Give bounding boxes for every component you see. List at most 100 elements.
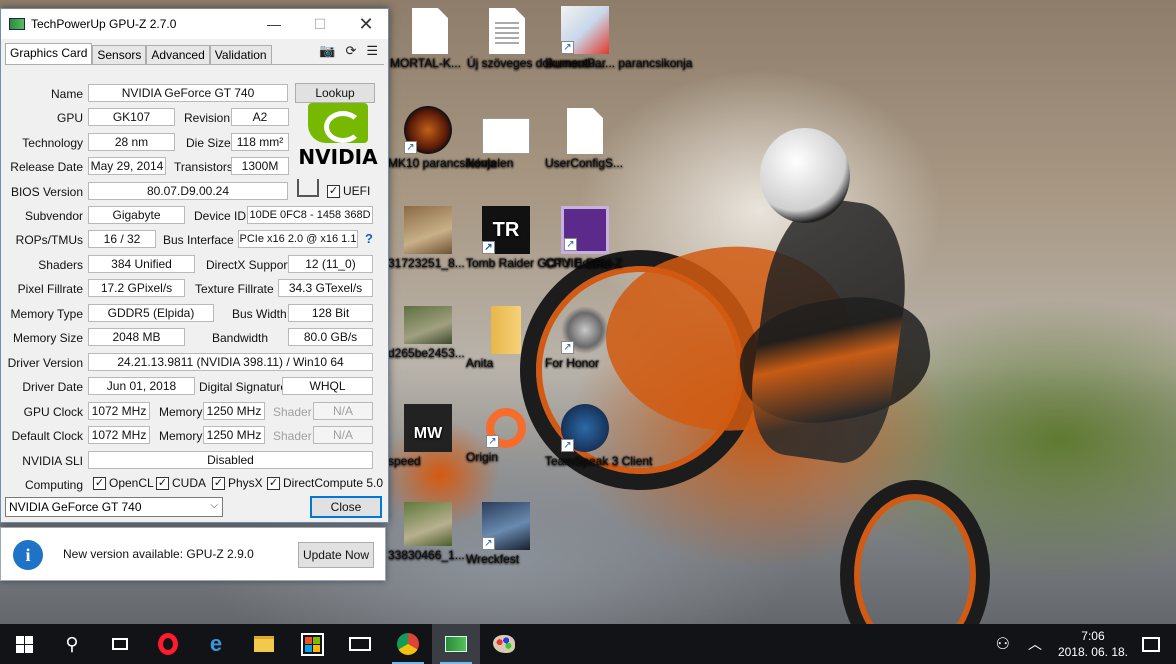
gpu-field: GK107 <box>88 108 175 126</box>
gpuz-icon <box>445 636 467 652</box>
photo-icon <box>404 502 452 546</box>
driver-date-field: Jun 01, 2018 <box>88 377 195 395</box>
bios-version-label: BIOS Version <box>10 185 83 199</box>
taskbar-chrome[interactable] <box>384 624 432 664</box>
nvidia-eye-icon <box>308 103 368 143</box>
camera-icon[interactable]: 📷 <box>319 43 335 59</box>
edge-icon: e <box>209 631 223 656</box>
wallpaper-rider <box>742 191 918 469</box>
burnout-game-icon: ↗ <box>561 6 609 54</box>
notification-center-icon[interactable] <box>1142 636 1160 652</box>
desktop-icon-speed[interactable]: MW speed <box>388 404 468 468</box>
chevron-up-icon[interactable]: ︿ <box>1028 634 1042 654</box>
desktop-icon-origin[interactable]: ↗ Origin <box>466 404 546 464</box>
default-memory-field: 1250 MHz <box>203 426 265 444</box>
gpu-label: GPU <box>56 111 83 125</box>
taskbar-paint[interactable] <box>480 624 528 664</box>
computing-label: Computing <box>24 478 83 492</box>
people-icon[interactable]: ⚇ <box>996 634 1010 654</box>
desktop-icon-cpuz[interactable]: ↗ CPUID CPU-Z <box>545 206 625 270</box>
memory-clock-label: Memory <box>159 405 203 419</box>
tab-advanced[interactable]: Advanced <box>146 45 210 64</box>
tab-sensors[interactable]: Sensors <box>92 45 147 64</box>
desktop-icon-nevtelen[interactable]: Névtelen <box>466 118 546 170</box>
refresh-icon[interactable]: ⟳ <box>345 43 356 59</box>
taskbar-gpuz[interactable] <box>432 624 480 664</box>
chevron-down-icon: ⌵ <box>210 500 218 511</box>
memory-type-field: GDDR5 (Elpida) <box>88 304 214 322</box>
opencl-checkbox[interactable]: ✓ OpenCL <box>93 476 154 490</box>
device-id-label: Device ID <box>194 209 247 223</box>
desktop-icon-33830466[interactable]: 33830466_1... <box>388 502 468 562</box>
store-bag-icon <box>300 632 324 656</box>
cuda-checkbox[interactable]: ✓ CUDA <box>156 476 206 490</box>
bus-help-icon[interactable]: ? <box>365 231 373 246</box>
pixel-fillrate-field: 17.2 GPixel/s <box>88 279 185 297</box>
check-icon: ✓ <box>93 476 106 490</box>
gpu-select-dropdown[interactable]: NVIDIA GeForce GT 740 ⌵ <box>5 497 223 517</box>
close-button[interactable]: Close <box>310 496 382 518</box>
name-field: NVIDIA GeForce GT 740 <box>88 84 288 102</box>
clock-date: 2018. 06. 18. <box>1057 645 1128 659</box>
desktop-icon-anita[interactable]: Anita <box>466 306 546 370</box>
tab-graphics-card[interactable]: Graphics Card <box>5 43 93 64</box>
title-bar[interactable]: TechPowerUp GPU-Z 2.7.0 — ☐ ✕ <box>1 9 388 39</box>
windows-icon <box>15 635 33 653</box>
task-view-button[interactable] <box>96 624 144 664</box>
minimize-button[interactable]: — <box>251 9 297 39</box>
desktop-icon-userconfig[interactable]: UserConfigS... <box>545 108 625 170</box>
name-label: Name <box>50 87 83 101</box>
search-button[interactable]: ⚲ <box>48 624 96 664</box>
bandwidth-label: Bandwidth <box>212 331 269 345</box>
taskbar-opera[interactable] <box>144 624 192 664</box>
taskbar: ⚲ e ⚇ ︿ 7:06 2018. 06. 18. <box>0 624 1176 664</box>
bus-interface-field: PCIe x16 2.0 @ x16 1.1 <box>238 230 358 248</box>
die-size-field: 118 mm² <box>231 133 289 151</box>
check-icon: ✓ <box>267 476 280 490</box>
update-now-button[interactable]: Update Now <box>298 542 374 568</box>
driver-version-field: 24.21.13.9811 (NVIDIA 398.11) / Win10 64 <box>88 353 373 371</box>
desktop-icon-text-document[interactable]: Új szöveges dokumentu... <box>467 8 605 70</box>
cpuz-chip-icon: ↗ <box>561 206 609 254</box>
close-window-button[interactable]: ✕ <box>343 9 389 39</box>
maximize-button[interactable]: ☐ <box>297 9 343 39</box>
texture-fillrate-field: 34.3 GTexel/s <box>278 279 373 297</box>
desktop-icon-for-honor[interactable]: ↗ For Honor <box>545 306 625 370</box>
update-notification: i New version available: GPU-Z 2.9.0 Upd… <box>0 527 386 581</box>
tab-bar: Graphics Card Sensors Advanced Validatio… <box>5 43 272 64</box>
taskbar-edge[interactable]: e <box>192 624 240 664</box>
start-button[interactable] <box>0 624 48 664</box>
directcompute-checkbox[interactable]: ✓ DirectCompute 5.0 <box>267 476 383 490</box>
desktop-icon-d265be[interactable]: d265be2453... <box>388 306 468 360</box>
paint-palette-icon <box>493 635 515 653</box>
uefi-checkbox[interactable]: ✓ UEFI <box>327 184 370 198</box>
memory-size-field: 2048 MB <box>88 328 185 346</box>
desktop-icon-mortal[interactable]: MORTAL-K... <box>390 8 470 70</box>
system-tray: ⚇ ︿ 7:06 2018. 06. 18. <box>996 624 1176 664</box>
taskbar-mail[interactable] <box>336 624 384 664</box>
rops-tmus-label: ROPs/TMUs <box>15 233 83 247</box>
update-message: New version available: GPU-Z 2.9.0 <box>63 547 254 561</box>
physx-checkbox[interactable]: ✓ PhysX <box>212 476 263 490</box>
revision-label: Revision <box>184 111 231 125</box>
memory-size-label: Memory Size <box>12 331 83 345</box>
gpuz-window: TechPowerUp GPU-Z 2.7.0 — ☐ ✕ Graphics C… <box>0 8 389 523</box>
clock[interactable]: 7:06 2018. 06. 18. <box>1058 628 1128 660</box>
share-icon[interactable] <box>297 179 319 197</box>
nvidia-sli-field: Disabled <box>88 451 373 469</box>
desktop-icon-teamspeak[interactable]: ↗ TeamSpeak 3 Client <box>545 404 652 468</box>
desktop-icon-mk10[interactable]: ↗ MK10 parancsikonja <box>388 106 497 170</box>
desktop-icon-wreckfest[interactable]: ↗ Wreckfest <box>466 502 546 566</box>
memory-clock-field: 1250 MHz <box>203 402 265 420</box>
desktop-icon-burnout[interactable]: ↗ BurnoutPar... parancsikonja <box>545 6 692 70</box>
desktop-icon-31723251[interactable]: 31723251_8... <box>388 206 468 270</box>
desktop-icon-tomb-raider[interactable]: TR ↗ Tomb Raider GOTY Edition <box>466 206 611 270</box>
lookup-button[interactable]: Lookup <box>295 83 375 103</box>
folder-icon <box>254 636 274 652</box>
gpuz-app-icon <box>9 18 25 30</box>
subvendor-label: Subvendor <box>24 209 83 223</box>
tab-validation[interactable]: Validation <box>209 45 272 64</box>
menu-icon[interactable]: ☰ <box>366 43 378 59</box>
taskbar-store[interactable] <box>288 624 336 664</box>
taskbar-file-explorer[interactable] <box>240 624 288 664</box>
